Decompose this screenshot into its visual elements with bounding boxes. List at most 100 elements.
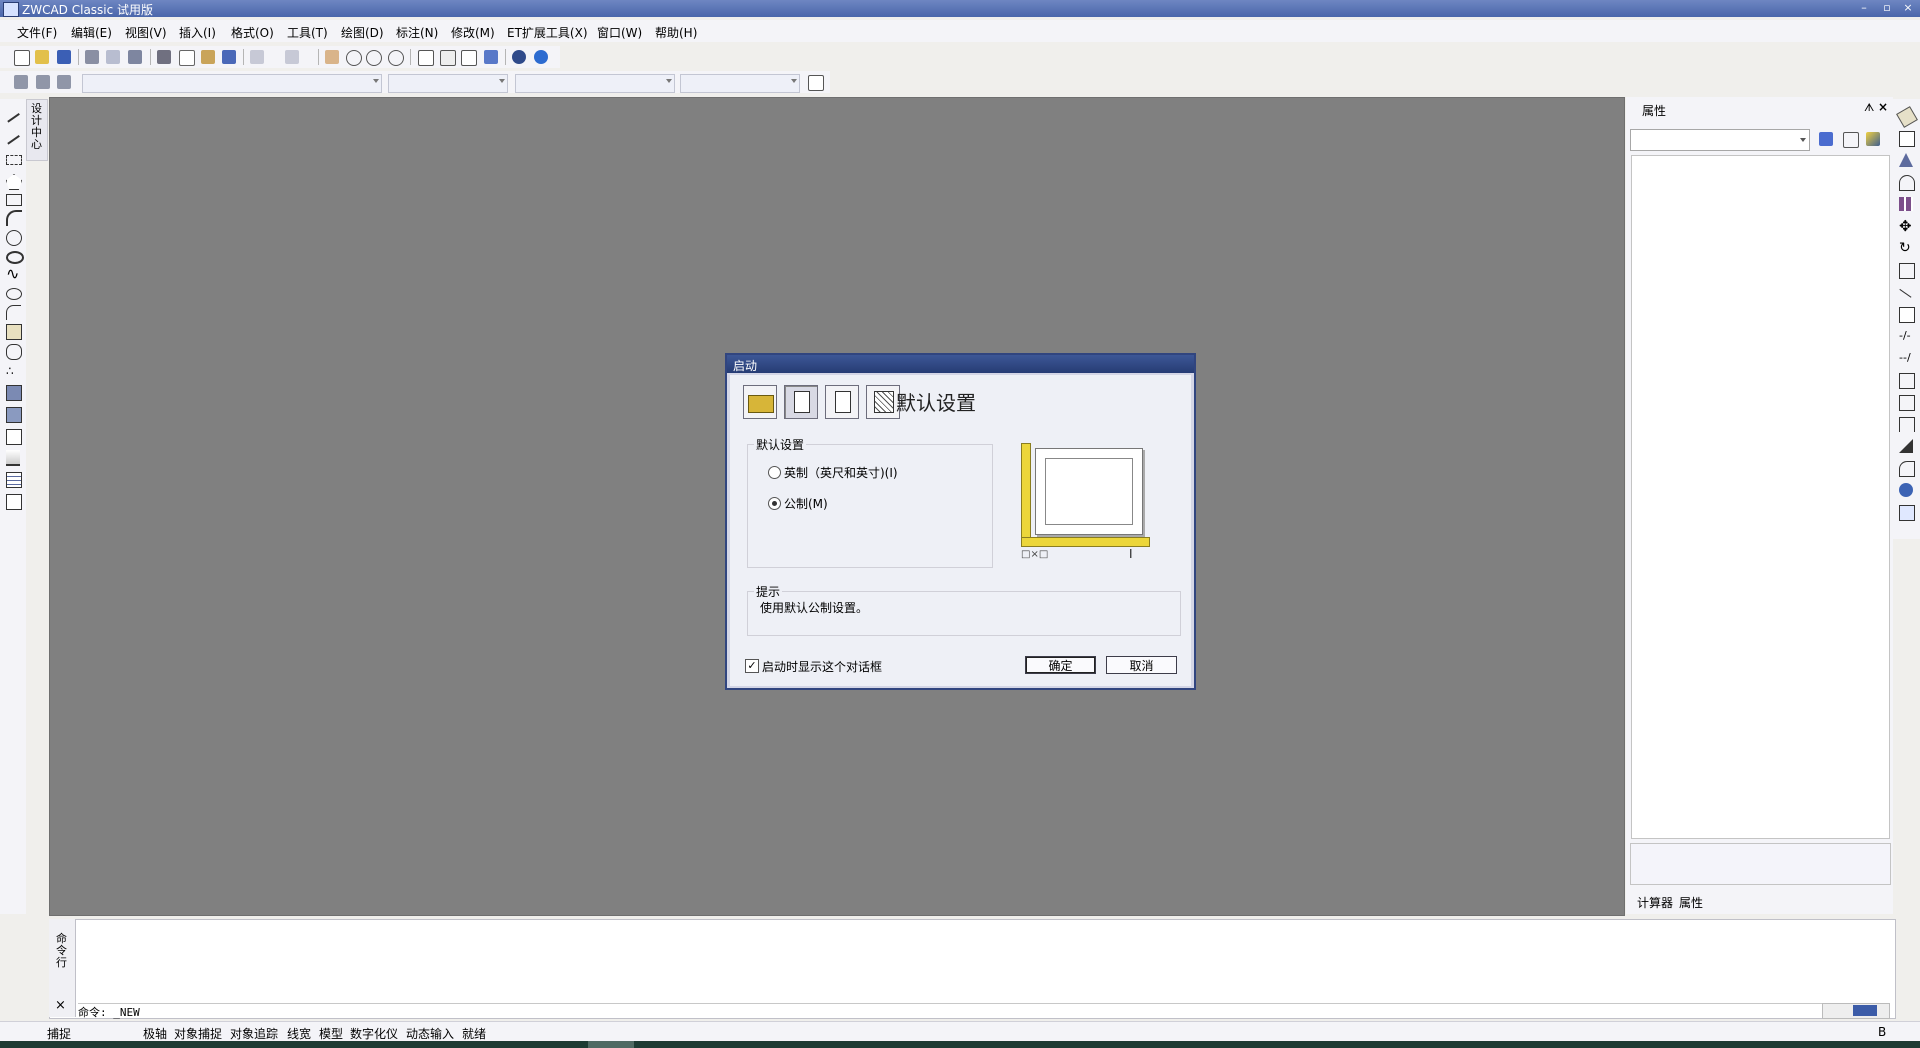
line-icon[interactable]: [6, 111, 20, 123]
status-osnap[interactable]: 对象捕捉: [174, 1025, 222, 1042]
trim-icon[interactable]: -/-: [1899, 329, 1913, 343]
properties-list[interactable]: [1631, 155, 1890, 839]
command-line[interactable]: 命令: _NEW: [78, 1003, 1878, 1019]
ellipse-arc-icon[interactable]: [6, 305, 21, 320]
color-combo[interactable]: [388, 74, 508, 93]
insert-block-icon[interactable]: [6, 324, 22, 340]
default-settings-icon[interactable]: [784, 385, 818, 419]
print-icon[interactable]: [85, 50, 99, 64]
menu-insert[interactable]: 插入(I): [179, 24, 216, 41]
array-icon[interactable]: [1899, 197, 1913, 211]
status-tablet[interactable]: 数字化仪: [350, 1025, 398, 1042]
mirror-icon[interactable]: [1899, 153, 1913, 167]
copy-object-icon[interactable]: [1899, 131, 1915, 147]
ok-button[interactable]: 确定: [1025, 656, 1096, 674]
use-template-icon[interactable]: [825, 385, 859, 419]
design-center-icon[interactable]: [440, 50, 456, 66]
point-icon[interactable]: ∴: [6, 364, 20, 378]
taskbar-item[interactable]: [588, 1041, 634, 1048]
menu-tools[interactable]: 工具(T): [287, 24, 328, 41]
multiline-text-icon[interactable]: [6, 494, 22, 510]
undo-icon[interactable]: [250, 50, 264, 64]
menu-view[interactable]: 视图(V): [125, 24, 167, 41]
zoom-window-icon[interactable]: [366, 50, 382, 66]
layer-state-icon[interactable]: [57, 75, 71, 89]
zoom-realtime-icon[interactable]: [346, 50, 362, 66]
properties-icon[interactable]: [418, 50, 434, 66]
edit-properties-icon[interactable]: [1899, 505, 1915, 521]
imperial-radio[interactable]: [768, 466, 781, 479]
quick-select-icon[interactable]: [1819, 132, 1833, 146]
break-icon[interactable]: [1899, 373, 1915, 389]
chamfer-icon[interactable]: [1899, 417, 1915, 432]
table-icon[interactable]: [6, 472, 22, 488]
layer-combo[interactable]: [82, 74, 382, 93]
menu-file[interactable]: 文件(F): [17, 24, 57, 41]
menu-window[interactable]: 窗口(W): [597, 24, 642, 41]
print-preview-icon[interactable]: [106, 50, 120, 64]
status-lineweight[interactable]: 线宽: [287, 1025, 311, 1042]
layer-manager-icon[interactable]: [14, 75, 28, 89]
menu-dimension[interactable]: 标注(N): [396, 24, 438, 41]
status-model[interactable]: 模型: [319, 1025, 343, 1042]
make-block-icon[interactable]: [6, 344, 22, 360]
show-on-startup-checkbox[interactable]: ✓: [745, 659, 759, 673]
open-drawing-icon[interactable]: [743, 385, 777, 419]
help-icon[interactable]: [534, 50, 548, 64]
paste-icon[interactable]: [201, 50, 215, 64]
extend-icon[interactable]: --/: [1899, 351, 1913, 365]
show-on-startup-label[interactable]: 启动时显示这个对话框: [762, 658, 882, 675]
ray-icon[interactable]: [6, 133, 20, 145]
status-polar[interactable]: 极轴: [143, 1025, 167, 1042]
copy-icon[interactable]: [179, 50, 195, 66]
menu-format[interactable]: 格式(O): [231, 24, 274, 41]
minimize-button[interactable]: –: [1855, 1, 1873, 15]
object-type-select[interactable]: [1630, 129, 1810, 151]
zoom-previous-icon[interactable]: [388, 50, 404, 66]
erase-icon[interactable]: [1896, 106, 1918, 128]
scroll-thumb[interactable]: [1853, 1005, 1877, 1016]
spline-icon[interactable]: ∿: [6, 266, 20, 282]
cut-icon[interactable]: [157, 50, 171, 64]
tab-calculator[interactable]: 计算器: [1637, 894, 1673, 911]
match-properties-icon[interactable]: [222, 50, 236, 64]
polyline-icon[interactable]: [6, 155, 22, 165]
cancel-button[interactable]: 取消: [1106, 656, 1177, 674]
plot-style-icon[interactable]: [808, 75, 824, 91]
menu-et-tools[interactable]: ET扩展工具(X): [507, 24, 588, 41]
rotate-icon[interactable]: ↻: [1899, 241, 1913, 255]
ellipse-icon[interactable]: [6, 288, 22, 300]
offset-icon[interactable]: [1899, 175, 1915, 191]
join-icon[interactable]: [1899, 395, 1915, 411]
tool-palettes-icon[interactable]: [461, 50, 477, 66]
close-icon[interactable]: ×: [55, 998, 66, 1013]
pin-icon[interactable]: ᗑ: [1864, 101, 1874, 115]
filter-icon[interactable]: [1866, 132, 1880, 146]
blend-icon[interactable]: [1899, 461, 1915, 477]
status-snap[interactable]: 捕捉: [47, 1025, 71, 1042]
scale-icon[interactable]: [1899, 263, 1915, 279]
tab-properties[interactable]: 属性: [1679, 894, 1703, 911]
menu-help[interactable]: 帮助(H): [655, 24, 697, 41]
gradient-icon[interactable]: [6, 407, 22, 423]
hatch-icon[interactable]: [6, 385, 22, 401]
calculator-icon[interactable]: [484, 50, 498, 64]
move-icon[interactable]: ✥: [1899, 219, 1913, 234]
imperial-label[interactable]: 英制（英尺和英寸)(I): [784, 464, 898, 481]
lineweight-combo[interactable]: [680, 74, 800, 93]
status-otrack[interactable]: 对象追踪: [230, 1025, 278, 1042]
linetype-combo[interactable]: [515, 74, 675, 93]
redo-icon[interactable]: [285, 50, 299, 64]
command-scrollbar[interactable]: [1822, 1003, 1890, 1019]
region-icon[interactable]: [6, 429, 22, 445]
save-icon[interactable]: [57, 50, 71, 64]
pan-icon[interactable]: [325, 50, 339, 64]
lengthen-icon[interactable]: [1899, 307, 1915, 323]
menu-edit[interactable]: 编辑(E): [71, 24, 112, 41]
revision-cloud-icon[interactable]: [6, 251, 24, 264]
open-icon[interactable]: [35, 50, 49, 64]
layer-previous-icon[interactable]: [36, 75, 50, 89]
menu-modify[interactable]: 修改(M): [451, 24, 495, 41]
use-wizard-icon[interactable]: [866, 385, 900, 419]
fillet-icon[interactable]: [1899, 439, 1913, 453]
